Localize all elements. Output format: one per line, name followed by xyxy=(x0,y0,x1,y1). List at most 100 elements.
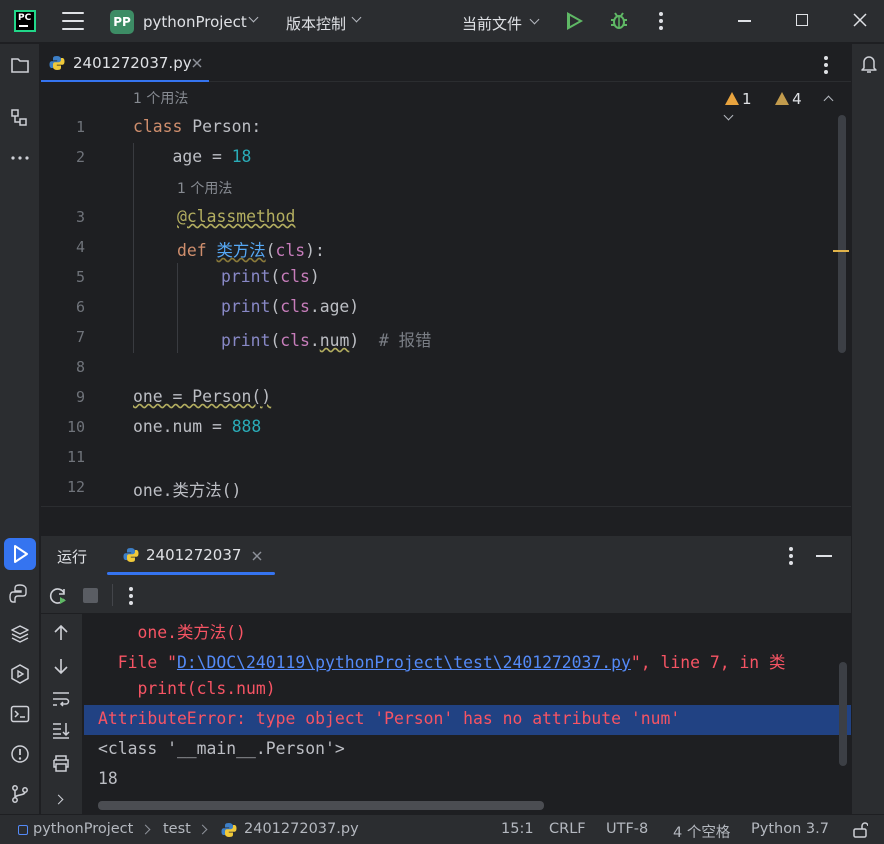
console-line: print(cls.num) xyxy=(98,679,276,698)
run-icon[interactable] xyxy=(567,12,583,30)
run-config-label: 当前文件 xyxy=(462,15,523,33)
folder-icon[interactable] xyxy=(9,54,31,76)
chevron-down-icon[interactable] xyxy=(248,12,259,23)
console-line: 18 xyxy=(98,769,118,788)
run-console-output[interactable]: one.类方法() File "D:\DOC\240119\pythonProj… xyxy=(84,614,851,814)
problems-icon[interactable] xyxy=(9,743,31,765)
editor-vertical-scrollbar[interactable] xyxy=(838,115,846,353)
stop-icon[interactable] xyxy=(83,588,98,603)
line-number: 10 xyxy=(66,418,85,436)
python-packages-icon[interactable] xyxy=(9,623,31,645)
line-ending[interactable]: CRLF xyxy=(549,821,586,837)
more-tools-icon[interactable] xyxy=(9,147,31,169)
usage-hint[interactable]: 1 个用法 xyxy=(177,178,232,198)
next-highlight-icon[interactable] xyxy=(723,110,734,121)
arrow-up-icon[interactable] xyxy=(52,624,70,642)
git-icon[interactable] xyxy=(9,783,31,805)
editor-tab-active[interactable]: 2401272037.py xyxy=(41,44,209,82)
usage-hint[interactable]: 1 个用法 xyxy=(133,88,188,108)
previous-highlight-icon[interactable] xyxy=(823,95,834,106)
debug-bug-icon[interactable] xyxy=(609,11,629,31)
title-bar: PC PP pythonProject 版本控制 当前文件 xyxy=(0,0,884,43)
python-interpreter[interactable]: Python 3.7 xyxy=(751,821,829,837)
toolbar-divider xyxy=(112,584,113,606)
print-icon[interactable] xyxy=(51,754,71,772)
rerun-icon[interactable] xyxy=(48,586,68,606)
run-options-icon[interactable] xyxy=(789,547,793,568)
caret-position[interactable]: 15:1 xyxy=(501,821,534,837)
line-number: 1 xyxy=(75,118,85,136)
code-line-2: age = 18 xyxy=(133,147,251,166)
line-number: 11 xyxy=(66,448,85,466)
warning-count: 1 xyxy=(742,90,752,108)
builtin: print xyxy=(221,267,271,286)
comment: # 报错 xyxy=(359,331,432,350)
module-icon xyxy=(18,825,28,835)
notifications-bell-icon[interactable] xyxy=(860,54,878,74)
breadcrumb-file[interactable]: 2401272037.py xyxy=(244,821,359,837)
run-config-tab[interactable]: 2401272037 xyxy=(107,536,275,576)
function-name: 类方法 xyxy=(216,241,266,260)
minimize-icon[interactable] xyxy=(738,20,751,22)
parameter: cls xyxy=(280,267,310,286)
terminal-icon[interactable] xyxy=(9,703,31,725)
services-icon[interactable] xyxy=(9,663,31,685)
run-tool-window-header: 运行 2401272037 xyxy=(41,536,851,576)
parameter: cls xyxy=(280,331,310,350)
hide-panel-icon[interactable] xyxy=(816,555,832,557)
run-tab-title[interactable]: 运行 xyxy=(57,546,87,567)
soft-wrap-icon[interactable] xyxy=(51,690,71,708)
editor-tabs: 2401272037.py xyxy=(41,44,851,82)
code-line-4: def 类方法(cls): xyxy=(177,237,325,261)
chevron-down-icon[interactable] xyxy=(351,12,362,23)
run-config-tab-label: 2401272037 xyxy=(146,546,242,564)
line-number: 12 xyxy=(66,478,85,496)
run-tool-button[interactable] xyxy=(4,538,36,570)
unlock-icon[interactable] xyxy=(852,821,868,838)
warning-stripe-mark[interactable] xyxy=(833,250,849,252)
code-text: ): xyxy=(305,241,325,260)
code-text: .age) xyxy=(309,297,360,316)
scroll-to-end-icon[interactable] xyxy=(51,721,71,739)
close-tab-icon[interactable] xyxy=(251,550,263,562)
arrow-down-icon[interactable] xyxy=(52,657,70,675)
python-console-icon[interactable] xyxy=(9,583,31,605)
console-horizontal-scrollbar[interactable] xyxy=(98,801,544,810)
breadcrumb-folder[interactable]: test xyxy=(163,821,191,837)
close-icon[interactable] xyxy=(852,12,868,28)
keyword: class xyxy=(133,117,183,136)
vcs-menu[interactable]: 版本控制 xyxy=(286,13,346,34)
editor-splitter[interactable] xyxy=(41,506,851,536)
file-encoding[interactable]: UTF-8 xyxy=(606,821,648,837)
chevron-down-icon[interactable] xyxy=(529,14,540,25)
inspection-widget[interactable]: 1 4 xyxy=(723,90,851,121)
status-bar: pythonProject test 2401272037.py 15:1 CR… xyxy=(0,814,884,844)
file-link[interactable]: D:\DOC\240119\pythonProject\test\2401272… xyxy=(177,653,631,672)
toolbar-more-icon[interactable] xyxy=(129,587,133,608)
code-line-1: class Person: xyxy=(133,117,261,136)
left-tool-stripe xyxy=(0,44,40,814)
run-config-selector[interactable]: 当前文件 xyxy=(462,13,522,34)
main-menu-icon[interactable] xyxy=(62,12,84,30)
line-number: 9 xyxy=(75,388,85,406)
maximize-icon[interactable] xyxy=(796,14,808,26)
more-options-icon[interactable] xyxy=(659,12,663,33)
close-tab-icon[interactable] xyxy=(191,57,203,69)
console-vertical-scrollbar[interactable] xyxy=(839,662,847,766)
code-text: ) xyxy=(349,331,360,350)
breadcrumb-project[interactable]: pythonProject xyxy=(33,821,133,837)
builtin: print xyxy=(221,297,271,316)
project-badge[interactable]: PP xyxy=(110,10,134,34)
structure-icon[interactable] xyxy=(9,107,31,129)
project-name: pythonProject xyxy=(143,13,247,31)
pycharm-logo-icon: PC xyxy=(14,10,36,32)
expand-toolbar-icon[interactable] xyxy=(53,794,64,805)
tabs-more-icon[interactable] xyxy=(824,56,828,77)
builtin: print xyxy=(221,331,271,350)
code-line-3: @classmethod xyxy=(177,207,295,226)
code-editor[interactable]: 1 4 1 个用法 1 class Person: 2 age = 18 1 个… xyxy=(41,83,851,506)
indent-setting[interactable]: 4 个空格 xyxy=(673,821,730,842)
unresolved-attribute: num xyxy=(319,331,350,350)
project-selector[interactable]: pythonProject xyxy=(143,13,247,31)
line-number: 4 xyxy=(75,238,85,256)
